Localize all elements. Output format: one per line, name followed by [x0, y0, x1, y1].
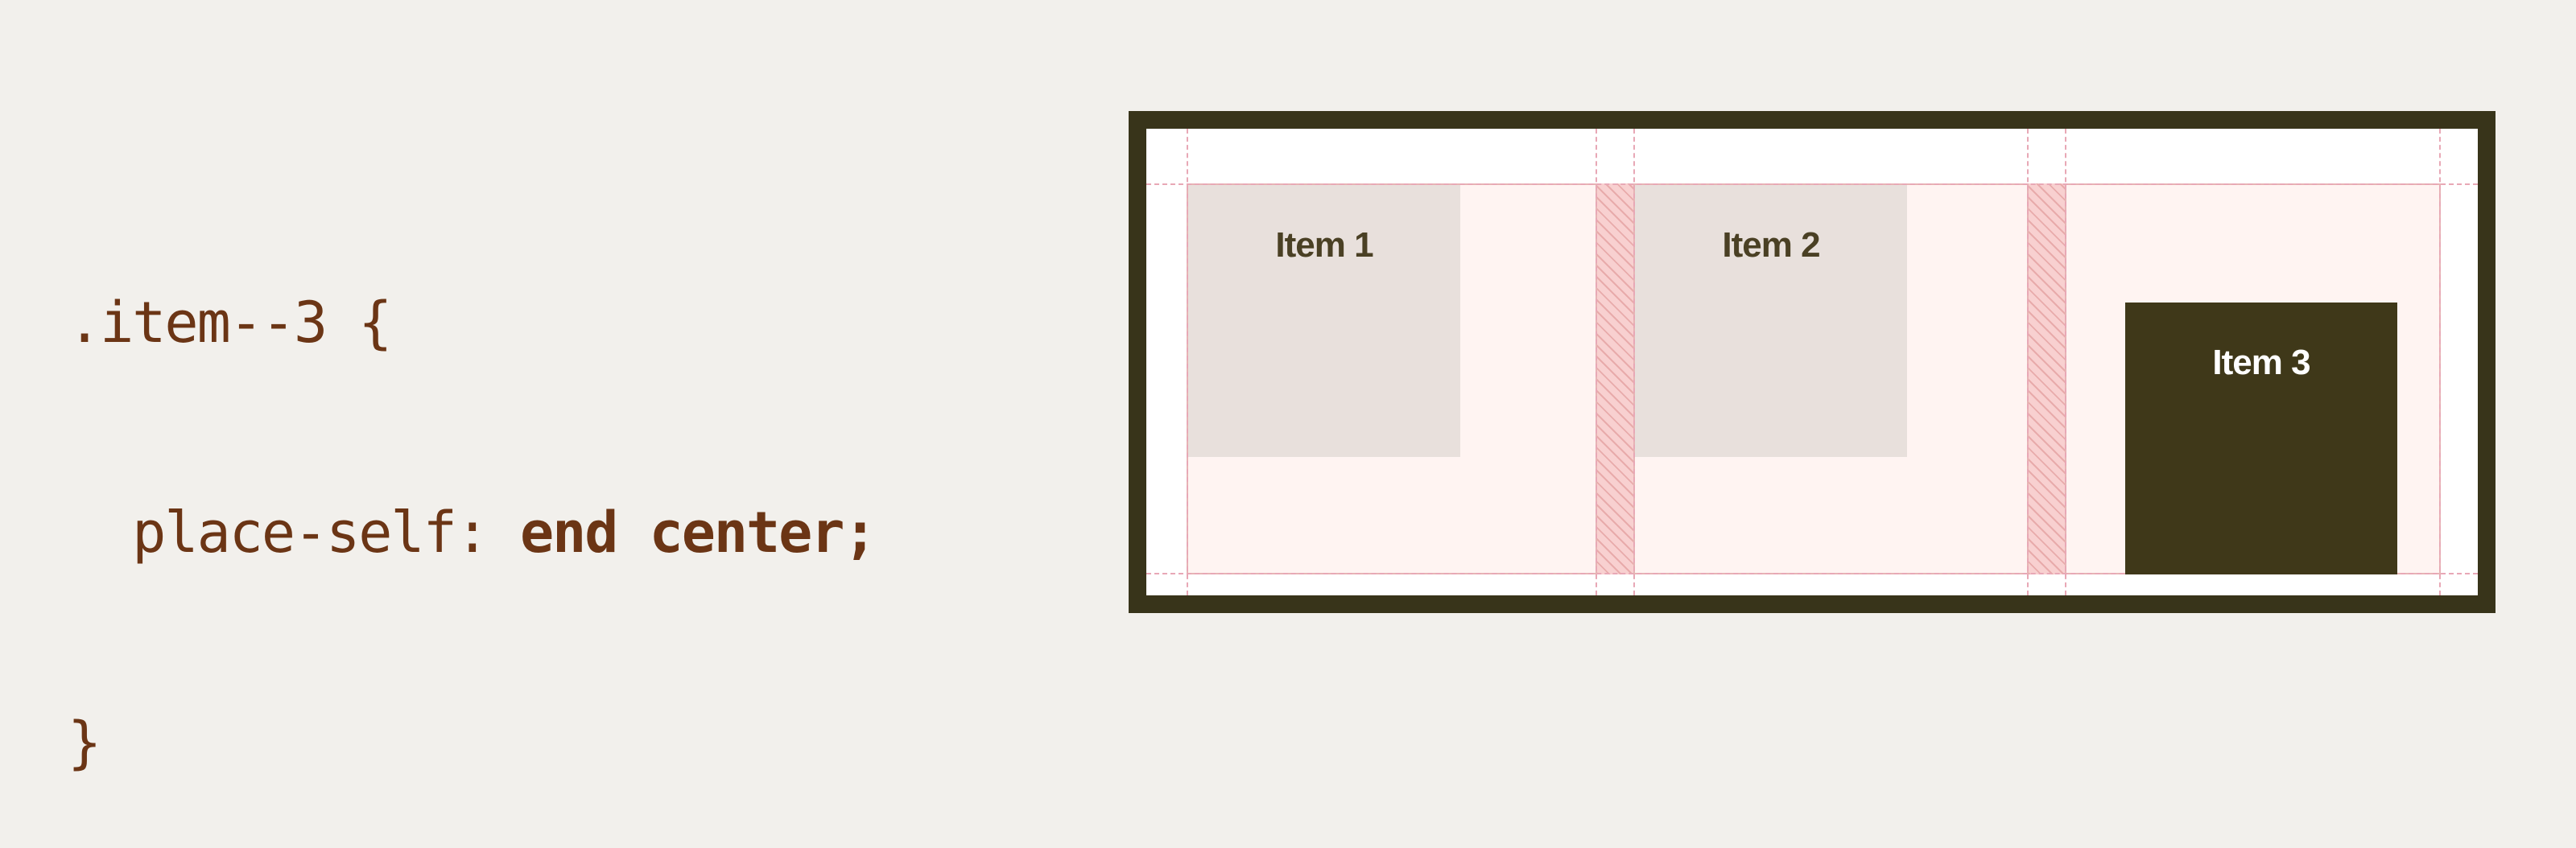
grid-container: Item 1 Item 2 Item 3: [1129, 111, 2496, 613]
grid-line-col-2a: [1596, 129, 1597, 595]
column-gap-2: [2027, 183, 2066, 574]
column-gap-1: [1596, 183, 1635, 574]
grid-item-1: Item 1: [1188, 185, 1460, 457]
grid-item-2: Item 2: [1635, 185, 1907, 457]
grid-line-col-4: [2439, 129, 2441, 595]
grid-line-col-3a: [2027, 129, 2029, 595]
code-declaration-line: place-self: end center;: [68, 498, 877, 568]
grid-line-col-3b: [2065, 129, 2066, 595]
code-closing-brace: }: [68, 710, 101, 776]
code-value: end center;: [520, 500, 877, 566]
code-selector-line: .item--3 {: [68, 290, 392, 356]
grid-item-3: Item 3: [2125, 303, 2397, 574]
css-code-snippet: .item--3 { place-self: end center; }: [68, 148, 877, 848]
code-property: place-self:: [68, 500, 521, 566]
